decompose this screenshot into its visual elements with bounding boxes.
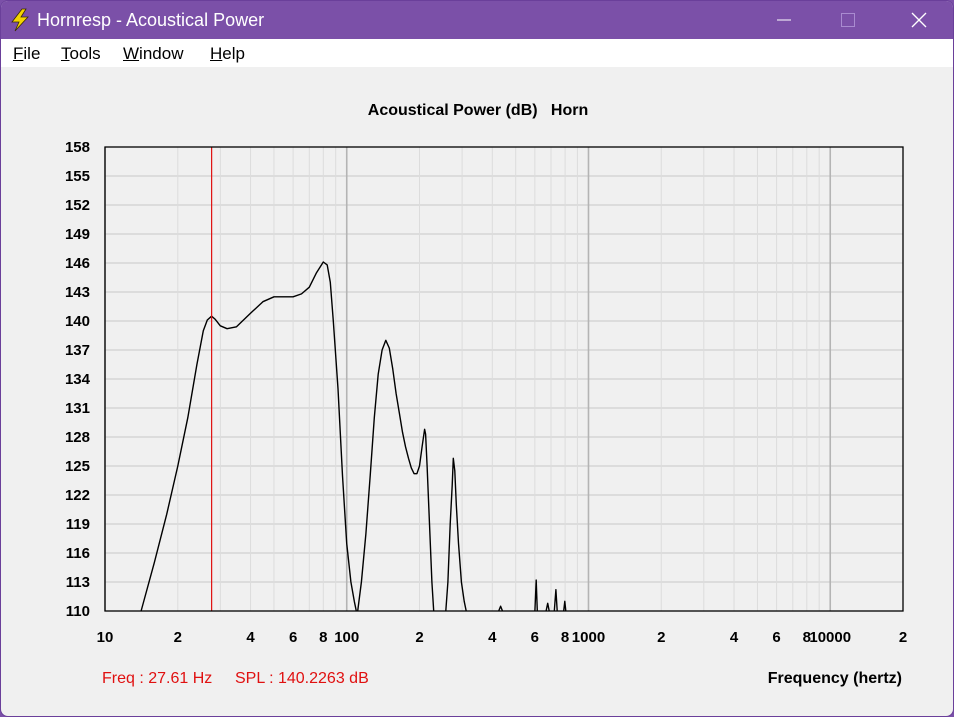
series-line (445, 457, 467, 612)
x-tick-label: 4 (730, 629, 739, 646)
y-tick-label: 140 (65, 313, 90, 330)
maximize-icon (841, 13, 855, 27)
x-tick-label: 2 (899, 629, 907, 646)
y-axis-ticks: 158 155 152 149 146 143 140 137 134 131 128 125 122 1… (65, 139, 91, 620)
x-tick-label: 8 (561, 629, 569, 646)
menu-window[interactable]: Window (123, 44, 183, 64)
minimize-icon (777, 19, 791, 21)
menu-file[interactable]: File (13, 44, 40, 64)
series-line (553, 589, 558, 612)
y-tick-label: 122 (65, 487, 90, 504)
menu-help[interactable]: Help (210, 44, 245, 64)
y-tick-label: 113 (66, 574, 90, 591)
y-tick-label: 149 (65, 226, 90, 243)
y-tick-label: 119 (66, 516, 90, 533)
x-tick-label: 6 (531, 629, 539, 646)
y-tick-label: 131 (65, 400, 90, 417)
x-tick-label: 1000 (572, 629, 605, 646)
freq-readout: Freq : 27.61 Hz (102, 670, 213, 687)
x-tick-label: 2 (415, 629, 423, 646)
y-tick-label: 152 (65, 197, 90, 214)
lightning-icon (11, 8, 29, 32)
close-icon (911, 12, 927, 28)
x-tick-label: 2 (174, 629, 182, 646)
chart-grid (104, 146, 904, 612)
x-axis-ticks: 10 2 4 6 8 100 2 4 6 8 1000 2 4 6 810000 2 (97, 629, 908, 646)
app-window: Hornresp - Acoustical Power File Tools W… (0, 0, 954, 717)
x-tick-label: 2 (657, 629, 665, 646)
acoustical-power-chart[interactable]: Acoustical Power (dB) Horn 1581551521491… (1, 67, 954, 667)
chart-title: Acoustical Power (dB) Horn (368, 102, 588, 119)
x-tick-label: 10 (97, 629, 114, 646)
y-tick-label: 146 (65, 255, 90, 272)
x-tick-label: 6 (772, 629, 780, 646)
menu-bar: File Tools Window Help (1, 39, 953, 67)
y-tick-label: 158 (65, 139, 90, 156)
y-tick-label: 143 (65, 284, 90, 301)
x-tick-label: 8 (319, 629, 327, 646)
series-line (545, 602, 550, 612)
x-tick-label: 6 (289, 629, 297, 646)
y-tick-label: 134 (65, 371, 91, 388)
x-tick-label: 100 (334, 629, 359, 646)
menu-tools[interactable]: Tools (61, 44, 101, 64)
window-title: Hornresp - Acoustical Power (37, 10, 265, 30)
maximize-button (825, 1, 871, 39)
minimize-button[interactable] (761, 1, 807, 39)
y-tick-label: 110 (66, 603, 90, 620)
y-tick-label: 116 (66, 545, 90, 562)
close-button[interactable] (896, 1, 942, 39)
y-tick-label: 128 (65, 429, 90, 446)
x-tick-label: 4 (246, 629, 255, 646)
y-tick-label: 137 (65, 342, 90, 359)
spl-readout: SPL : 140.2263 dB (235, 670, 369, 687)
x-tick-label: 10000 (809, 629, 851, 646)
x-tick-label: 4 (488, 629, 497, 646)
x-axis-label: Frequency (hertz) (767, 670, 902, 687)
y-tick-label: 125 (65, 458, 90, 475)
y-tick-label: 155 (65, 168, 90, 185)
series-line (357, 339, 435, 612)
title-bar[interactable]: Hornresp - Acoustical Power (1, 1, 953, 39)
series-line (498, 605, 504, 612)
